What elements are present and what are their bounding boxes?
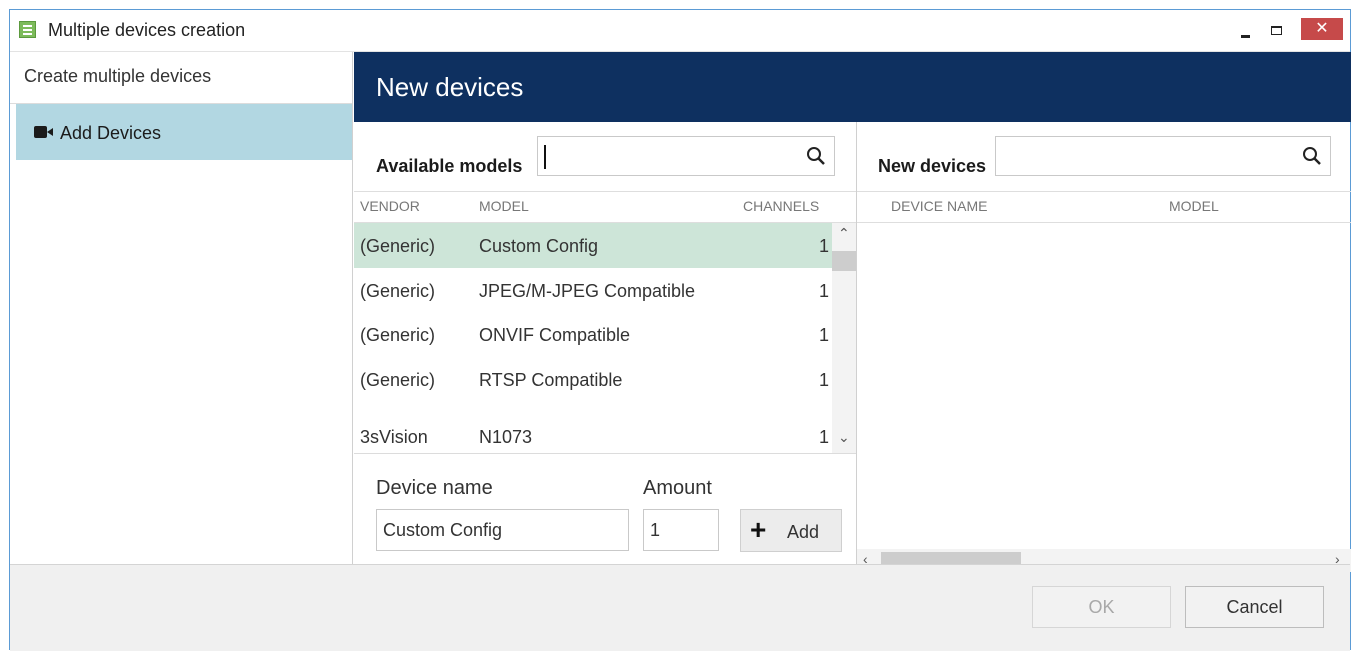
scroll-up-icon[interactable]: ⌃ — [838, 225, 850, 242]
text-caret — [544, 145, 546, 169]
column-header-channels[interactable]: CHANNELS — [743, 198, 819, 214]
device-name-field[interactable]: Custom Config — [376, 509, 629, 551]
available-models-pane: Available models VENDOR MODEL CHANNELS (… — [354, 122, 857, 564]
minimize-button[interactable] — [1235, 18, 1257, 40]
sidebar-item-add-devices[interactable]: Add Devices — [16, 104, 352, 160]
close-button[interactable]: ✕ — [1301, 18, 1343, 40]
channels-cell: 1 — [819, 325, 830, 345]
amount-field[interactable]: 1 — [643, 509, 719, 551]
device-form: Device name Amount Custom Config 1 + Add — [354, 453, 856, 564]
vendor-cell: (Generic) — [360, 325, 436, 345]
available-models-list: (Generic) Custom Config 1 (Generic) JPEG… — [354, 223, 832, 453]
search-icon[interactable] — [1302, 146, 1322, 166]
title-bar[interactable]: Multiple devices creation ✕ — [10, 10, 1350, 52]
sidebar-header: Create multiple devices — [10, 52, 352, 104]
table-row[interactable]: (Generic) ONVIF Compatible 1 — [354, 312, 832, 357]
new-devices-title: New devices — [878, 156, 987, 176]
channels-cell: 1 — [819, 370, 830, 390]
page-title: New devices — [354, 52, 1351, 122]
model-cell: ONVIF Compatible — [479, 325, 631, 345]
available-models-column-headers: VENDOR MODEL CHANNELS — [354, 191, 856, 223]
vendor-cell: (Generic) — [360, 281, 436, 301]
sidebar: Create multiple devices Add Devices — [10, 52, 353, 564]
model-cell: N1073 — [479, 427, 533, 447]
new-devices-pane: New devices DEVICE NAME MODEL ‹ › — [857, 122, 1351, 572]
table-row[interactable]: 3sVision N1073 1 — [354, 414, 832, 453]
vendor-cell: (Generic) — [360, 236, 436, 256]
scroll-down-icon[interactable]: ⌄ — [838, 429, 850, 446]
column-header-model[interactable]: MODEL — [1169, 198, 1219, 214]
available-models-search-input[interactable] — [537, 136, 835, 176]
dialog-footer: OK Cancel — [10, 564, 1350, 651]
plus-icon: + — [750, 514, 767, 545]
new-devices-column-headers: DEVICE NAME MODEL — [857, 191, 1351, 223]
cancel-button[interactable]: Cancel — [1185, 586, 1324, 628]
amount-label: Amount — [643, 477, 712, 499]
device-name-label: Device name — [376, 477, 493, 499]
column-header-device-name[interactable]: DEVICE NAME — [891, 198, 987, 214]
new-devices-search-input[interactable] — [995, 136, 1331, 176]
channels-cell: 1 — [819, 427, 830, 447]
window-title: Multiple devices creation — [48, 20, 246, 40]
ok-button[interactable]: OK — [1032, 586, 1171, 628]
vendor-cell: 3sVision — [360, 427, 428, 447]
scrollbar-thumb[interactable] — [832, 251, 856, 271]
table-row[interactable]: (Generic) Custom Config 1 — [354, 223, 832, 268]
add-button[interactable]: + Add — [740, 509, 842, 552]
channels-cell: 1 — [819, 281, 830, 301]
sidebar-item-label: Add Devices — [60, 123, 162, 143]
dialog-window: Multiple devices creation ✕ Create multi… — [9, 9, 1351, 651]
available-models-title: Available models — [376, 156, 523, 176]
table-row[interactable]: (Generic) JPEG/M-JPEG Compatible 1 — [354, 268, 832, 313]
app-list-icon — [19, 21, 36, 38]
vertical-scrollbar[interactable]: ⌃ ⌄ — [832, 223, 856, 453]
channels-cell: 1 — [819, 236, 830, 256]
model-cell: Custom Config — [479, 236, 599, 256]
search-icon[interactable] — [806, 146, 826, 166]
add-button-label: Add — [787, 522, 820, 542]
model-cell: JPEG/M-JPEG Compatible — [479, 281, 696, 301]
column-header-model[interactable]: MODEL — [479, 198, 529, 214]
maximize-button[interactable] — [1266, 18, 1288, 40]
vendor-cell: (Generic) — [360, 370, 436, 390]
model-cell: RTSP Compatible — [479, 370, 623, 390]
video-camera-icon — [34, 126, 54, 138]
column-header-vendor[interactable]: VENDOR — [360, 198, 420, 214]
table-row[interactable]: (Generic) RTSP Compatible 1 — [354, 357, 832, 402]
